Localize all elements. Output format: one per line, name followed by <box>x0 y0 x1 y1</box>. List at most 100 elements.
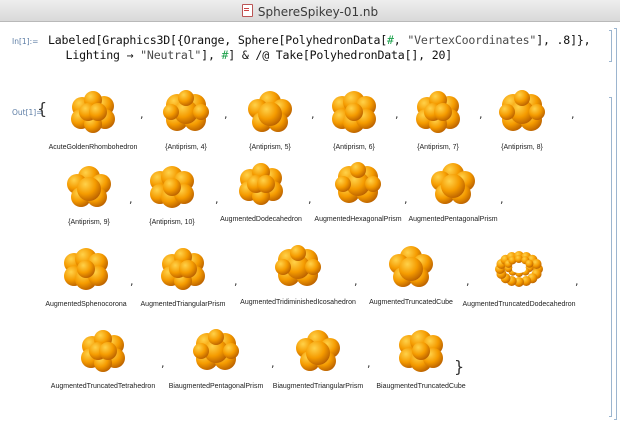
polyhedron-label: {Antiprism, 6} <box>333 144 375 151</box>
output-cell-bracket[interactable] <box>608 97 612 417</box>
polyhedron-label: {Antiprism, 10} <box>149 219 195 226</box>
group-cell-bracket[interactable] <box>613 28 617 420</box>
sphere-cluster-graphic[interactable] <box>240 84 300 140</box>
polyhedron-label: AugmentedTriangularPrism <box>140 301 226 308</box>
polyhedron-label: AugmentedPentagonalPrism <box>408 216 498 223</box>
sphere-cluster-graphic[interactable] <box>231 156 291 212</box>
ring-hole <box>512 265 526 273</box>
sphere-mark <box>223 343 239 359</box>
sphere-mark <box>77 260 95 278</box>
list-separator: , <box>271 357 275 370</box>
list-separator: , <box>404 193 408 206</box>
polyhedron-label: BiaugmentedTruncatedCube <box>376 383 466 390</box>
sphere-cluster-graphic[interactable] <box>324 84 384 140</box>
sphere-cluster-graphic[interactable] <box>381 239 441 295</box>
code-text: Lighting → <box>52 48 141 62</box>
polyhedron-label: {Antiprism, 9} <box>68 219 110 226</box>
sphere-cluster-graphic[interactable] <box>288 323 348 379</box>
polyhedron-item[interactable]: AugmentedDodecahedron <box>209 156 313 223</box>
sphere-cluster-graphic[interactable] <box>73 323 133 379</box>
polyhedron-label: AugmentedHexagonalPrism <box>314 216 402 223</box>
list-separator: , <box>308 193 312 206</box>
sphere-cluster-graphic[interactable] <box>59 159 119 215</box>
sphere-mark <box>345 103 363 121</box>
polyhedron-item[interactable]: AugmentedTridiminishedIcosahedron <box>240 239 356 306</box>
sphere-cluster-graphic[interactable] <box>328 156 388 212</box>
polyhedron-item[interactable]: AugmentedTruncatedDodecahedron <box>463 241 576 308</box>
window-title-text: SphereSpikey-01.nb <box>257 5 379 19</box>
sphere-mark <box>306 341 330 365</box>
sphere-mark <box>163 178 181 196</box>
window-title: SphereSpikey-01.nb <box>0 4 620 19</box>
polyhedron-label: AugmentedTruncatedTetrahedron <box>50 383 156 390</box>
polyhedron-label: AcuteGoldenRhombohedron <box>48 144 138 151</box>
sphere-cluster-graphic[interactable] <box>268 239 328 295</box>
sphere-mark <box>412 342 430 360</box>
code-text: ] & /@ Take[PolyhedronData[], 20] <box>228 48 453 62</box>
sphere-cluster-graphic[interactable] <box>142 159 202 215</box>
polyhedron-label: AugmentedSphenocorona <box>45 301 127 308</box>
input-line-2[interactable]: Lighting → "Neutral"], #] & /@ Take[Poly… <box>52 48 453 62</box>
sphere-mark <box>258 102 282 126</box>
polyhedron-item[interactable]: AugmentedTruncatedCube <box>359 239 463 306</box>
polyhedron-item[interactable]: AugmentedHexagonalPrism <box>306 156 410 223</box>
notebook-document-icon <box>241 4 253 17</box>
sphere-mark <box>365 176 381 192</box>
sphere-mark <box>193 104 209 120</box>
polyhedron-label: AugmentedTridiminishedIcosahedron <box>240 299 356 306</box>
sphere-mark <box>179 260 197 278</box>
polyhedron-label: {Antiprism, 8} <box>501 144 543 151</box>
sphere-mark <box>441 174 465 198</box>
sphere-cluster-graphic[interactable] <box>156 84 216 140</box>
list-separator: , <box>130 275 134 288</box>
list-separator: , <box>354 275 358 288</box>
polyhedron-item[interactable]: AugmentedTriangularPrism <box>131 241 235 308</box>
list-separator: , <box>479 108 483 121</box>
list-separator: , <box>129 193 133 206</box>
polyhedron-label: BiaugmentedPentagonalPrism <box>168 383 264 390</box>
polyhedron-item[interactable]: AugmentedSphenocorona <box>34 241 138 308</box>
list-separator: , <box>466 275 470 288</box>
list-separator: , <box>215 193 219 206</box>
sphere-mark <box>434 103 452 121</box>
sphere-mark <box>77 177 101 201</box>
polyhedron-item[interactable]: BiaugmentedTriangularPrism <box>266 323 370 390</box>
sphere-mark <box>257 175 275 193</box>
sphere-cluster-graphic[interactable] <box>56 241 116 297</box>
code-text: ], <box>201 48 222 62</box>
window-titlebar[interactable]: SphereSpikey-01.nb <box>0 0 620 22</box>
code-text: ], .8]}, <box>536 33 591 47</box>
sphere-cluster-graphic[interactable] <box>489 241 549 297</box>
sphere-cluster-graphic[interactable] <box>153 241 213 297</box>
list-separator: , <box>161 357 165 370</box>
polyhedron-item[interactable]: AcuteGoldenRhombohedron <box>41 84 145 151</box>
input-line-1[interactable]: Labeled[Graphics3D[{Orange, Sphere[Polyh… <box>48 33 591 47</box>
sphere-cluster-graphic[interactable] <box>423 156 483 212</box>
polyhedron-label: AugmentedDodecahedron <box>220 216 302 223</box>
sphere-mark <box>350 162 366 178</box>
sphere-cluster-graphic[interactable] <box>186 323 246 379</box>
sphere-mark <box>290 245 306 261</box>
sphere-mark <box>178 90 194 106</box>
sphere-mark <box>399 257 423 281</box>
sphere-mark <box>525 259 534 268</box>
slot-token: # <box>387 33 394 47</box>
polyhedron-item[interactable]: BiaugmentedTruncatedCube <box>369 323 473 390</box>
polyhedron-item[interactable]: {Antiprism, 8} <box>470 84 574 151</box>
polyhedron-item[interactable]: AugmentedTruncatedTetrahedron <box>51 323 155 390</box>
list-separator: , <box>367 357 371 370</box>
sphere-cluster-graphic[interactable] <box>63 84 123 140</box>
sphere-cluster-graphic[interactable] <box>391 323 451 379</box>
list-separator: , <box>234 275 238 288</box>
input-cell-bracket[interactable] <box>608 30 612 62</box>
polyhedron-item[interactable]: AugmentedPentagonalPrism <box>401 156 505 223</box>
list-separator: , <box>140 108 144 121</box>
sphere-mark <box>335 176 351 192</box>
sphere-cluster-graphic[interactable] <box>408 84 468 140</box>
sphere-mark <box>99 342 117 360</box>
sphere-mark <box>305 259 321 275</box>
polyhedron-item[interactable]: BiaugmentedPentagonalPrism <box>164 323 268 390</box>
sphere-mark <box>89 103 107 121</box>
string-token: "Neutral" <box>140 48 202 62</box>
sphere-cluster-graphic[interactable] <box>492 84 552 140</box>
